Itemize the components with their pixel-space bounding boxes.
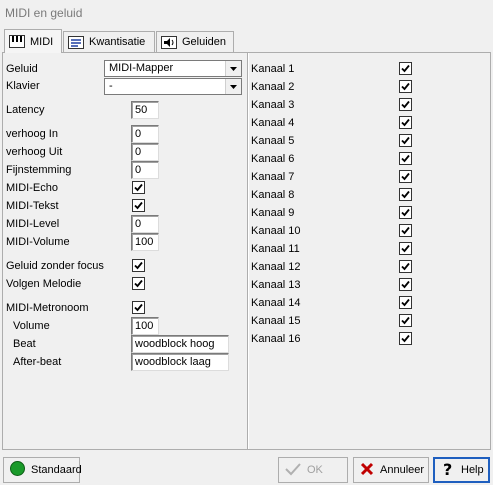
- volgen-melodie-label: Volgen Melodie: [6, 278, 82, 290]
- svg-text:?: ?: [443, 461, 452, 477]
- midi-level-label: MIDI-Level: [6, 218, 60, 230]
- channel-label: Kanaal 16: [251, 333, 301, 345]
- channel-checkbox[interactable]: [399, 116, 412, 129]
- channel-checkbox[interactable]: [399, 80, 412, 93]
- channel-label: Kanaal 5: [251, 135, 295, 147]
- fijnstemming-input[interactable]: [131, 161, 159, 179]
- midi-metronoom-checkbox[interactable]: [132, 301, 145, 314]
- geluid-zonder-focus-label: Geluid zonder focus: [6, 260, 104, 272]
- channel-label: Kanaal 12: [251, 261, 301, 273]
- channel-label: Kanaal 10: [251, 225, 301, 237]
- ok-button[interactable]: OK: [278, 457, 348, 483]
- geluid-select-value: MIDI-Mapper: [109, 62, 174, 74]
- channel-label: Kanaal 14: [251, 297, 301, 309]
- geluid-label: Geluid: [6, 63, 38, 75]
- channel-label: Kanaal 11: [251, 243, 300, 255]
- midi-tekst-label: MIDI-Tekst: [6, 200, 59, 212]
- midi-echo-label: MIDI-Echo: [6, 182, 58, 194]
- channel-label: Kanaal 6: [251, 153, 295, 165]
- channel-checkbox[interactable]: [399, 206, 412, 219]
- beat-input[interactable]: [131, 335, 229, 353]
- verhoog-in-input[interactable]: [131, 125, 159, 143]
- afterbeat-label: After-beat: [13, 356, 62, 368]
- volume-label: Volume: [13, 320, 50, 332]
- standaard-label: Standaard: [31, 464, 82, 476]
- help-button[interactable]: ? Help: [433, 457, 490, 483]
- midi-tekst-checkbox[interactable]: [132, 199, 145, 212]
- channel-checkbox[interactable]: [399, 134, 412, 147]
- channel-checkbox[interactable]: [399, 278, 412, 291]
- tab-midi-label: MIDI: [30, 35, 54, 48]
- klavier-select[interactable]: -: [104, 78, 242, 95]
- tab-midi[interactable]: MIDI: [4, 29, 62, 53]
- klavier-label: Klavier: [6, 80, 40, 92]
- volgen-melodie-checkbox[interactable]: [132, 277, 145, 290]
- geluid-zonder-focus-checkbox[interactable]: [132, 259, 145, 272]
- latency-input[interactable]: [131, 101, 159, 119]
- piano-icon: [9, 35, 25, 48]
- checkmark-icon: [285, 462, 301, 479]
- fijnstemming-label: Fijnstemming: [6, 164, 72, 176]
- midi-volume-input[interactable]: [131, 233, 159, 251]
- channel-checkbox[interactable]: [399, 98, 412, 111]
- verhoog-uit-label: verhoog Uit: [6, 146, 63, 158]
- channel-checkbox[interactable]: [399, 332, 412, 345]
- beat-label: Beat: [13, 338, 36, 350]
- panel-divider: [247, 53, 249, 449]
- channel-checkbox[interactable]: [399, 224, 412, 237]
- chevron-down-icon[interactable]: [225, 79, 241, 94]
- channel-label: Kanaal 4: [251, 117, 295, 129]
- green-circle-icon: [10, 461, 25, 479]
- title-bar: MIDI en geluid: [0, 0, 493, 28]
- tab-kwantisatie-label: Kwantisatie: [89, 36, 146, 48]
- volume-input[interactable]: [131, 317, 159, 335]
- midi-panel: Geluid MIDI-Mapper Klavier - Latency ver…: [2, 52, 491, 450]
- channel-checkbox[interactable]: [399, 170, 412, 183]
- help-icon: ?: [441, 460, 455, 480]
- tab-kwantisatie[interactable]: Kwantisatie: [63, 31, 155, 52]
- channel-checkbox[interactable]: [399, 152, 412, 165]
- channel-label: Kanaal 3: [251, 99, 295, 111]
- ok-label: OK: [307, 464, 323, 476]
- window-title: MIDI en geluid: [5, 6, 83, 20]
- chevron-down-icon[interactable]: [225, 61, 241, 76]
- channel-label: Kanaal 1: [251, 63, 295, 75]
- tab-geluiden[interactable]: Geluiden: [156, 31, 234, 52]
- channel-label: Kanaal 2: [251, 81, 295, 93]
- geluid-select[interactable]: MIDI-Mapper: [104, 60, 242, 77]
- klavier-select-value: -: [109, 80, 113, 92]
- channel-label: Kanaal 7: [251, 171, 295, 183]
- annuleer-button[interactable]: Annuleer: [353, 457, 429, 483]
- channel-label: Kanaal 13: [251, 279, 301, 291]
- channel-label: Kanaal 9: [251, 207, 295, 219]
- channel-label: Kanaal 15: [251, 315, 301, 327]
- channel-checkbox[interactable]: [399, 62, 412, 75]
- channel-label: Kanaal 8: [251, 189, 295, 201]
- channel-checkbox[interactable]: [399, 242, 412, 255]
- midi-volume-label: MIDI-Volume: [6, 236, 70, 248]
- quantize-icon: [68, 35, 84, 49]
- speaker-icon: [161, 35, 177, 49]
- channel-checkbox[interactable]: [399, 188, 412, 201]
- latency-label: Latency: [6, 104, 45, 116]
- verhoog-in-label: verhoog In: [6, 128, 58, 140]
- close-icon: [360, 462, 374, 479]
- annuleer-label: Annuleer: [380, 464, 425, 476]
- tab-geluiden-label: Geluiden: [182, 36, 227, 48]
- midi-level-input[interactable]: [131, 215, 159, 233]
- channel-checkbox[interactable]: [399, 314, 412, 327]
- channel-checkbox[interactable]: [399, 296, 412, 309]
- midi-metronoom-label: MIDI-Metronoom: [6, 302, 89, 314]
- midi-echo-checkbox[interactable]: [132, 181, 145, 194]
- help-label: Help: [461, 464, 484, 476]
- afterbeat-input[interactable]: [131, 353, 229, 371]
- verhoog-uit-input[interactable]: [131, 143, 159, 161]
- channel-checkbox[interactable]: [399, 260, 412, 273]
- standaard-button[interactable]: Standaard: [3, 457, 82, 483]
